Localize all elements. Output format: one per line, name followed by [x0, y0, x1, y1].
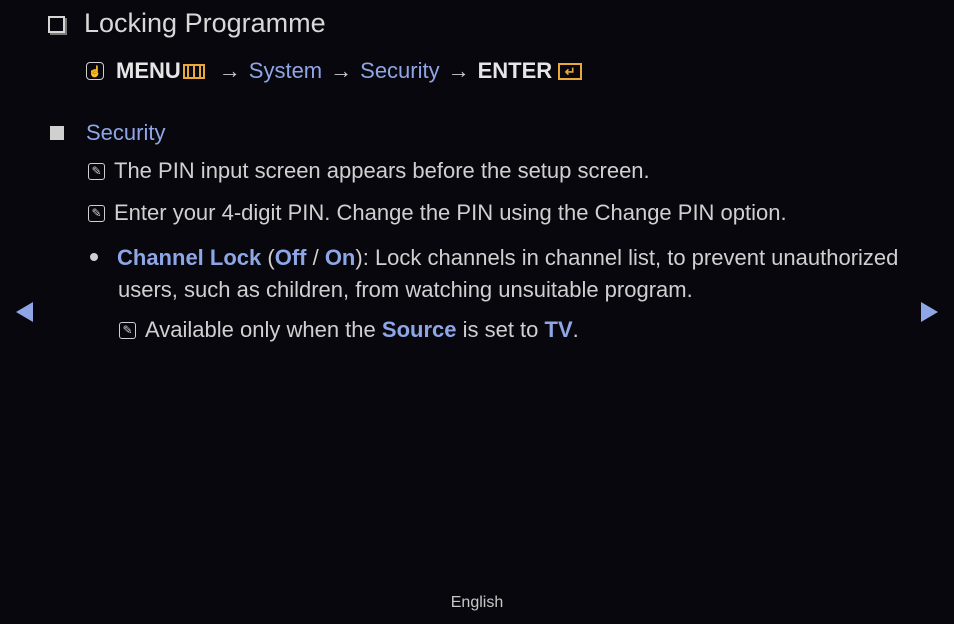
note-text: Enter your 4-digit PIN. Change the PIN u…	[114, 200, 787, 225]
checkbox-square-icon	[48, 16, 65, 33]
note-item: ✎ The PIN input screen appears before th…	[88, 158, 650, 184]
page-title: Locking Programme	[84, 8, 326, 38]
enter-label: ENTER	[477, 58, 553, 83]
filled-square-icon	[50, 126, 64, 140]
section-heading: Security	[86, 120, 166, 145]
path-step-system[interactable]: System	[249, 58, 322, 84]
section-heading-row: Security	[50, 120, 165, 146]
arrow: →	[447, 58, 470, 83]
note-icon: ✎	[88, 162, 105, 180]
subnote-text: Available only when the	[145, 317, 376, 342]
bullet-icon	[90, 253, 98, 262]
separator: /	[306, 245, 325, 270]
source-label: Source	[381, 317, 457, 342]
arrow: →	[218, 58, 241, 83]
arrow: →	[330, 58, 353, 83]
hand-pointer-icon: ☝	[86, 62, 104, 80]
subnote-text: .	[572, 317, 579, 342]
menu-button-icon	[182, 63, 205, 79]
note-text: The PIN input screen appears before the …	[114, 158, 650, 183]
language-label: English	[450, 594, 504, 611]
menu-label: MENU	[116, 58, 181, 83]
note-icon: ✎	[88, 204, 105, 222]
note-icon: ✎	[119, 321, 136, 339]
bullet-item-channel-lock: Channel Lock (Off / On): Lock channels i…	[90, 242, 920, 306]
option-on: On	[324, 245, 356, 270]
enter-icon: ↵	[558, 62, 583, 80]
subnote-item: ✎ Available only when the Source is set …	[119, 317, 579, 343]
subnote-text: is set to	[456, 317, 545, 342]
option-off: Off	[274, 245, 307, 270]
path-step-security[interactable]: Security	[360, 58, 439, 84]
page-header: Locking Programme	[48, 8, 326, 39]
paren: (	[261, 245, 275, 270]
option-label: Channel Lock	[117, 245, 262, 270]
tv-label: TV	[544, 317, 573, 342]
next-page-icon[interactable]	[921, 302, 938, 322]
menu-path: ☝ MENU → System → Security → ENTER ↵	[86, 58, 583, 84]
note-item: ✎ Enter your 4-digit PIN. Change the PIN…	[88, 200, 787, 226]
paren: ):	[355, 245, 375, 270]
previous-page-icon[interactable]	[16, 302, 33, 322]
